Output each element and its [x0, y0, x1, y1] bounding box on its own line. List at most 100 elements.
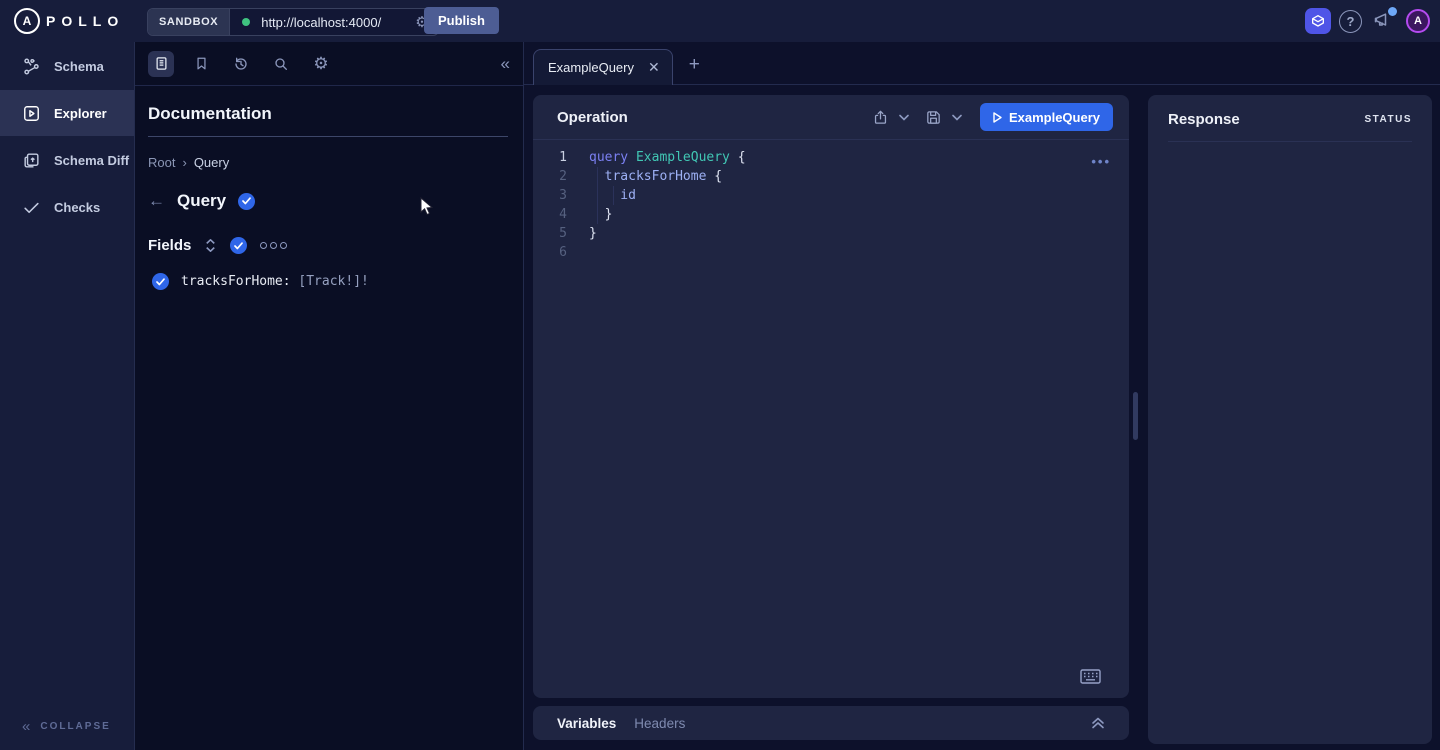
operation-header: Operation ExampleQuery [533, 95, 1129, 140]
schema-icon [22, 57, 41, 76]
panel-resize-handle[interactable] [1133, 392, 1138, 440]
mouse-cursor [420, 197, 433, 216]
back-arrow-icon[interactable]: ← [148, 191, 165, 211]
divider [148, 136, 508, 137]
history-button[interactable] [228, 51, 254, 77]
tab-bar: ExampleQuery ✕ + [524, 42, 1440, 85]
code-line[interactable]: 5} [533, 224, 1129, 243]
sidebar-item-schema[interactable]: Schema [0, 43, 134, 89]
history-icon [233, 56, 249, 72]
response-title: Response [1168, 111, 1240, 128]
documentation-tab-button[interactable] [148, 51, 174, 77]
type-selected-check-badge[interactable] [238, 193, 255, 210]
type-heading-row: ← Query [148, 191, 508, 211]
sandbox-label: SANDBOX [148, 9, 230, 35]
operation-panel: Operation ExampleQuery 1query ExampleQue… [533, 95, 1129, 698]
apollo-logo-icon: A [14, 8, 40, 34]
run-button-label: ExampleQuery [1009, 110, 1100, 125]
variables-headers-bar: Variables Headers [533, 706, 1129, 740]
explorer-icon [22, 104, 41, 123]
more-options-icon[interactable] [260, 242, 287, 249]
connection-status-dot [242, 18, 250, 26]
run-operation-button[interactable]: ExampleQuery [980, 103, 1113, 131]
documentation-icon [154, 56, 169, 71]
sidebar: Schema Explorer Schema Diff Checks « COL… [0, 42, 135, 750]
fields-heading-row: Fields [148, 237, 508, 254]
breadcrumb-root[interactable]: Root [148, 155, 175, 170]
field-row-tracksforhome[interactable]: tracksForHome: [Track!]! [148, 273, 508, 290]
schema-diff-icon [22, 151, 41, 170]
divider [1168, 141, 1412, 142]
search-icon [273, 56, 289, 72]
main-area: ExampleQuery ✕ + Operation ExampleQuery … [524, 42, 1440, 750]
endpoint-group: SANDBOX ⚙ [147, 8, 439, 36]
expand-panel-chevrons-icon[interactable] [1091, 717, 1105, 729]
tab-headers[interactable]: Headers [634, 716, 685, 731]
code-line[interactable]: 3 id [533, 186, 1129, 205]
field-name[interactable]: tracksForHome: [181, 274, 291, 289]
notification-dot [1388, 7, 1397, 16]
help-button[interactable]: ? [1339, 10, 1362, 33]
breadcrumb-current: Query [194, 155, 229, 170]
sort-fields-icon[interactable] [204, 238, 217, 253]
announcements-button[interactable] [1373, 10, 1395, 32]
save-icon[interactable] [925, 109, 942, 126]
indent-guide [597, 167, 598, 224]
response-header: Response STATUS [1148, 95, 1432, 128]
code-lines: 1query ExampleQuery {2 tracksForHome {3 … [533, 148, 1129, 262]
sidebar-item-label: Schema [54, 59, 104, 74]
fields-label: Fields [148, 237, 191, 254]
apollo-logo-text: POLLO [46, 13, 124, 29]
type-name: Query [177, 191, 226, 211]
field-selected-check-badge[interactable] [152, 273, 169, 290]
sidebar-collapse-button[interactable]: « COLLAPSE [22, 718, 111, 735]
endpoint-input[interactable] [259, 14, 413, 31]
documentation-body: Documentation Root › Query ← Query Field… [135, 86, 523, 290]
cube-icon [1310, 13, 1326, 29]
close-tab-icon[interactable]: ✕ [648, 59, 660, 76]
sandbox-mode-button[interactable] [1305, 8, 1331, 34]
sidebar-item-label: Checks [54, 200, 100, 215]
select-all-fields-check-badge[interactable] [230, 237, 247, 254]
sidebar-item-schema-diff[interactable]: Schema Diff [0, 137, 134, 183]
code-line[interactable]: 6 [533, 243, 1129, 262]
explorer-settings-button[interactable]: ⚙ [308, 51, 334, 77]
share-icon[interactable] [872, 109, 889, 126]
doc-panel-title: Documentation [148, 104, 508, 124]
documentation-panel: ⚙ « Documentation Root › Query ← Query F… [135, 42, 524, 750]
bookmarks-button[interactable] [188, 51, 214, 77]
search-button[interactable] [268, 51, 294, 77]
editor-menu-icon[interactable]: ••• [1091, 154, 1111, 169]
code-line[interactable]: 2 tracksForHome { [533, 167, 1129, 186]
field-type[interactable]: [Track!]! [298, 274, 368, 289]
keyboard-shortcuts-icon[interactable] [1080, 669, 1101, 684]
publish-button[interactable]: Publish [424, 7, 499, 34]
bookmark-icon [194, 56, 209, 71]
sidebar-item-label: Schema Diff [54, 153, 129, 168]
tab-label: ExampleQuery [548, 60, 634, 75]
save-chevron-down-icon[interactable] [952, 114, 962, 121]
sidebar-item-explorer[interactable]: Explorer [0, 90, 134, 136]
share-chevron-down-icon[interactable] [899, 114, 909, 121]
sidebar-item-checks[interactable]: Checks [0, 184, 134, 230]
sidebar-item-label: Explorer [54, 106, 107, 121]
chevron-right-icon: › [182, 155, 186, 170]
operation-title: Operation [557, 109, 628, 126]
play-icon [993, 112, 1002, 123]
topbar: A POLLO SANDBOX ⚙ Publish ? A [0, 0, 1440, 42]
apollo-logo: A POLLO [14, 8, 124, 34]
checks-icon [22, 198, 41, 217]
breadcrumb: Root › Query [148, 155, 508, 170]
avatar[interactable]: A [1406, 9, 1430, 33]
collapse-chevrons-icon: « [22, 718, 30, 735]
code-editor[interactable]: 1query ExampleQuery {2 tracksForHome {3 … [533, 140, 1129, 262]
code-line[interactable]: 1query ExampleQuery { [533, 148, 1129, 167]
tab-variables[interactable]: Variables [557, 716, 616, 731]
collapse-label: COLLAPSE [40, 721, 110, 732]
collapse-doc-panel-button[interactable]: « [501, 54, 510, 74]
gear-icon: ⚙ [313, 54, 328, 74]
add-tab-button[interactable]: + [689, 54, 700, 76]
tab-examplequery[interactable]: ExampleQuery ✕ [533, 49, 673, 85]
status-label: STATUS [1364, 114, 1412, 125]
code-line[interactable]: 4 } [533, 205, 1129, 224]
